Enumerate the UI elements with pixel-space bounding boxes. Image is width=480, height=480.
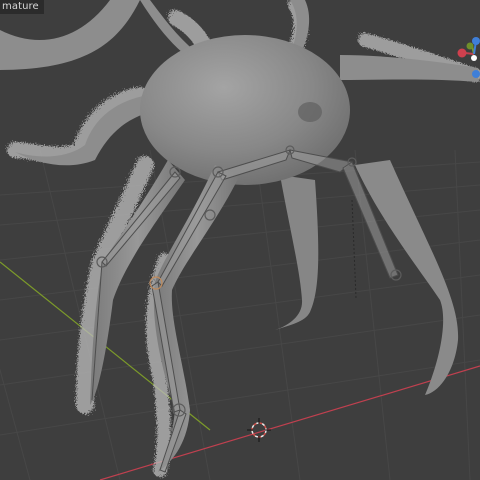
negative-z-axis-icon[interactable] [472,70,480,78]
navigation-gizmo[interactable] [456,36,480,84]
back-leg-right [275,175,319,330]
3d-cursor-icon[interactable] [247,418,271,442]
active-object-label: mature [0,0,44,14]
x-axis-icon[interactable] [457,48,467,58]
viewport-scene[interactable] [0,0,480,480]
back-leg-far-right [355,160,459,395]
relationship-line [351,199,357,299]
grid-floor [0,149,480,480]
z-axis-icon[interactable] [472,37,480,45]
3d-viewport[interactable]: mature [0,0,480,480]
y-axis-icon[interactable] [466,42,474,50]
